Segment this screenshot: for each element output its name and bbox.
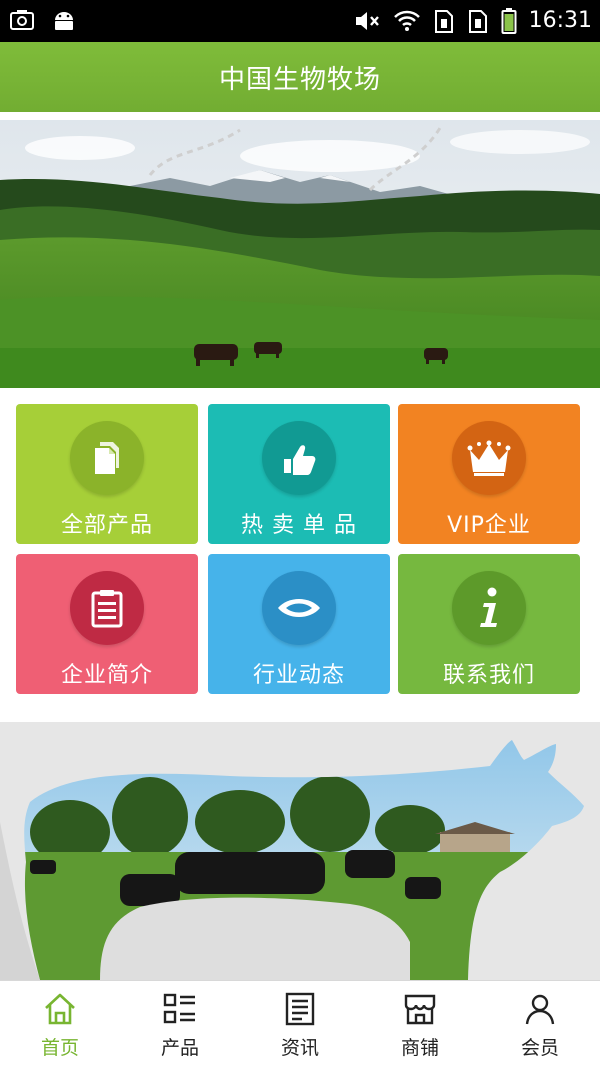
tile-label: 全部产品 — [60, 513, 153, 538]
mute-icon — [355, 12, 379, 30]
tile-hot-items[interactable]: 热 卖 单 品 — [208, 404, 390, 544]
tab-shops[interactable]: 商铺 — [360, 981, 480, 1067]
user-icon — [525, 994, 555, 1025]
tab-products[interactable]: 产品 — [120, 981, 240, 1067]
shop-icon — [404, 994, 436, 1025]
tile-icon-circle — [70, 421, 144, 495]
banner-image[interactable] — [0, 120, 600, 388]
info-icon — [480, 587, 497, 627]
tab-label: 会员 — [520, 1037, 559, 1059]
page-title: 中国生物牧场 — [218, 64, 381, 95]
tile-label: VIP企业 — [447, 513, 531, 538]
tab-label: 资讯 — [280, 1037, 319, 1059]
tab-member[interactable]: 会员 — [480, 981, 600, 1067]
status-bar: 16:31 — [0, 0, 600, 42]
grid-list-icon — [163, 993, 195, 1024]
thumbs-up-icon — [284, 445, 316, 475]
home-icon — [45, 993, 75, 1025]
tile-icon-circle — [452, 421, 526, 495]
clipboard-icon — [91, 590, 123, 628]
android-icon — [55, 12, 73, 30]
tile-company-intro[interactable]: 企业简介 — [16, 554, 198, 694]
promo-cow-image[interactable] — [0, 722, 600, 980]
crown-icon — [467, 440, 511, 476]
tab-home[interactable]: 首页 — [0, 981, 120, 1067]
tab-label: 首页 — [40, 1037, 79, 1059]
bottom-tab-bar: 首页 产品 资讯 商铺 会员 — [0, 980, 600, 1067]
status-time: 16:31 — [528, 8, 592, 33]
tile-icon-circle — [262, 571, 336, 645]
tile-icon-circle — [262, 421, 336, 495]
tile-label: 行业动态 — [252, 663, 345, 688]
tab-label: 商铺 — [400, 1037, 439, 1059]
tile-all-products[interactable]: 全部产品 — [16, 404, 198, 544]
tile-contact-us[interactable]: 联系我们 — [398, 554, 580, 694]
tile-icon-circle — [70, 571, 144, 645]
documents-icon — [95, 442, 119, 474]
screenshot-icon — [10, 10, 34, 30]
tile-industry-news[interactable]: 行业动态 — [208, 554, 390, 694]
sim2-icon — [468, 10, 487, 33]
tile-label: 联系我们 — [442, 663, 535, 688]
app-header: 中国生物牧场 — [0, 42, 600, 112]
tile-label: 企业简介 — [60, 663, 153, 688]
tab-news[interactable]: 资讯 — [240, 981, 360, 1067]
wifi-icon — [393, 10, 420, 31]
news-icon — [285, 992, 315, 1026]
sim1-icon — [434, 10, 453, 33]
eye-icon — [278, 599, 320, 617]
tile-vip[interactable]: VIP企业 — [398, 404, 580, 544]
battery-icon — [501, 8, 517, 34]
tile-label: 热 卖 单 品 — [241, 513, 357, 538]
tab-label: 产品 — [160, 1037, 199, 1059]
tile-icon-circle — [452, 571, 526, 645]
